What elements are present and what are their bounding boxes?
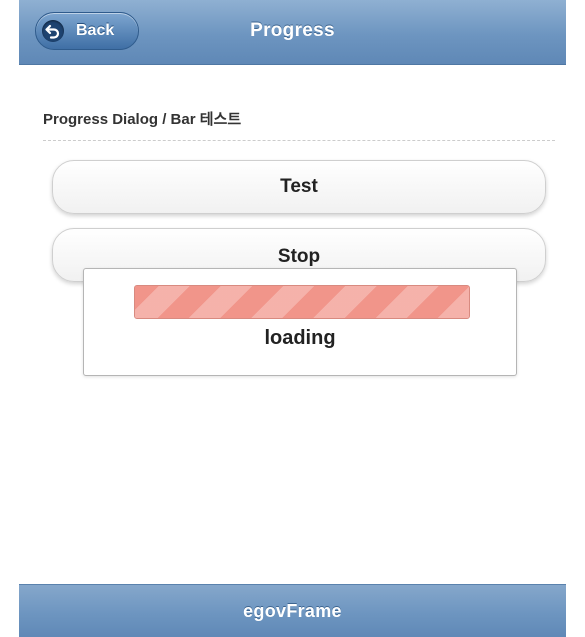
test-button[interactable]: Test [52,160,546,214]
footer-bar: egovFrame [19,584,566,637]
progress-dialog: loading [83,268,517,376]
section-title: Progress Dialog / Bar 테스트 [43,111,242,128]
header-bar: Back Progress [19,0,566,65]
progress-bar-fill [135,286,469,318]
footer-label: egovFrame [243,601,342,621]
section-divider [43,140,555,141]
loading-label: loading [264,327,336,349]
page-title: Progress [250,20,335,41]
progress-bar [134,285,470,319]
page: Back Progress Progress Dialog / Bar 테스트 … [0,0,585,637]
